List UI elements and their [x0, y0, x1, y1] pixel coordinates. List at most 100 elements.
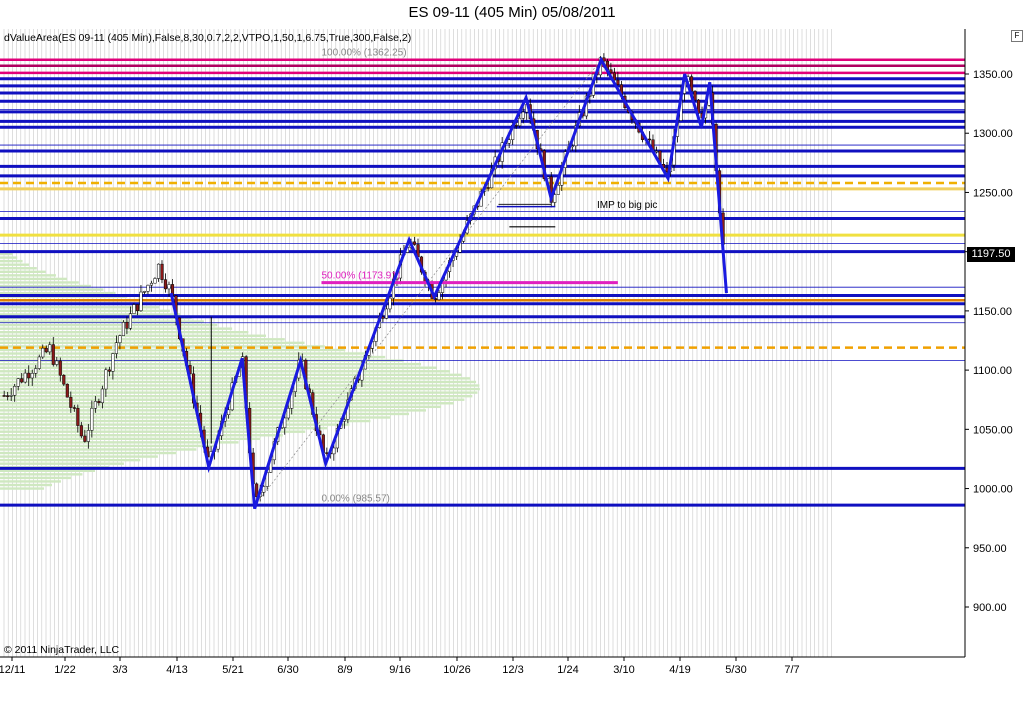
candle-body	[153, 278, 157, 284]
candle-body	[139, 291, 143, 311]
profile-bar	[0, 458, 141, 462]
y-tick-label: 1100.00	[973, 365, 1012, 377]
profile-bar	[0, 309, 170, 313]
candle-body	[384, 308, 388, 319]
candle-body	[286, 408, 290, 419]
time-axis: 12/11 1/22 3/3 4/13 5/21 6/30 8/9 9/16 10/26 12/3…	[0, 657, 800, 676]
candle-body	[486, 187, 490, 189]
candle-body	[97, 401, 101, 404]
candle-body	[62, 375, 66, 385]
profile-bar	[0, 391, 478, 394]
profile-bar	[0, 355, 386, 359]
candle-body	[23, 372, 27, 383]
last-price-tag: 1197.50	[967, 247, 1015, 262]
candle-body	[149, 282, 154, 286]
candle-body	[135, 304, 139, 311]
profile-bar	[0, 451, 177, 455]
candle-body	[69, 396, 73, 408]
candle-body	[437, 292, 441, 300]
profile-bar	[0, 387, 480, 391]
candle-body	[20, 378, 24, 383]
candle-body	[121, 322, 125, 336]
profile-bar	[0, 252, 14, 256]
profile-bar	[0, 434, 283, 437]
indicator-label: dValueArea(ES 09-11 (405 Min),False,8,30…	[4, 32, 412, 44]
fib-level-label: 100.00% (1362.25)	[321, 47, 406, 58]
candle-body	[72, 407, 76, 409]
x-tick-label: 12/11	[0, 664, 25, 676]
profile-bar	[0, 362, 422, 366]
candle-body	[34, 368, 38, 374]
candle-body	[100, 388, 104, 404]
profile-bar	[0, 405, 442, 409]
candle	[132, 303, 136, 314]
profile-bar	[0, 483, 52, 487]
profile-bar	[0, 448, 197, 451]
y-tick-label: 950.00	[973, 543, 1007, 555]
profile-bar	[0, 277, 68, 281]
candle-body	[86, 430, 90, 442]
candle-body	[128, 313, 132, 329]
profile-bar	[0, 380, 477, 384]
candle-body	[79, 425, 83, 437]
profile-bar	[0, 462, 124, 465]
x-tick-label: 4/19	[669, 664, 690, 676]
chart-frame[interactable]: 100.00% (1362.25) 50.00% (1173.91) 0.00% (…	[0, 29, 1024, 703]
candle-body	[167, 284, 171, 290]
x-tick-label: 4/13	[166, 664, 187, 676]
candle-body	[156, 263, 161, 279]
y-tick-label: 1250.00	[973, 187, 1013, 199]
candle-body	[654, 150, 659, 153]
y-tick-label: 1050.00	[973, 424, 1013, 436]
x-tick-label: 1/22	[54, 664, 75, 676]
x-tick-label: 8/9	[337, 664, 352, 676]
profile-bar	[0, 384, 480, 387]
profile-bar	[0, 323, 218, 327]
candle-body	[146, 284, 150, 292]
x-tick-label: 5/21	[222, 664, 243, 676]
profile-bar	[0, 270, 46, 274]
candle-body	[16, 378, 20, 387]
profile-bar	[0, 444, 218, 448]
candle-body	[93, 401, 97, 409]
profile-bar	[0, 373, 462, 377]
profile-bar	[0, 416, 391, 419]
y-tick-label: 1150.00	[973, 306, 1012, 318]
profile-bar	[0, 263, 30, 266]
candle-body	[521, 111, 525, 119]
profile-bar	[0, 469, 96, 472]
candle-body	[9, 395, 13, 397]
profile-bar	[0, 274, 56, 277]
candle-body	[90, 407, 94, 431]
x-tick-label: 7/7	[784, 664, 799, 676]
price-chart[interactable]: 100.00% (1362.25) 50.00% (1173.91) 0.00% (…	[0, 29, 1024, 703]
profile-bar	[0, 256, 18, 259]
x-tick-label: 3/10	[613, 664, 634, 676]
chart-title: ES 09-11 (405 Min) 05/08/2011	[408, 4, 616, 21]
profile-bar	[0, 423, 350, 426]
candle-body	[616, 79, 620, 85]
candle-body	[518, 117, 522, 127]
profile-bar	[0, 430, 306, 433]
y-tick-label: 1300.00	[973, 128, 1013, 140]
profile-bar	[0, 366, 437, 369]
profile-bar	[0, 306, 160, 309]
x-tick-label: 9/16	[389, 664, 410, 676]
candle-body	[647, 138, 652, 141]
profile-bar	[0, 480, 61, 483]
candle-body	[693, 90, 697, 101]
f-button[interactable]: F	[1011, 30, 1023, 42]
copyright-text: © 2011 NinjaTrader, LLC	[4, 644, 120, 656]
candle-body	[2, 395, 6, 397]
x-tick-label: 1/24	[557, 664, 578, 676]
fib-level-label: 0.00% (985.57)	[321, 494, 389, 505]
x-tick-label: 12/3	[502, 664, 523, 676]
profile-bar	[0, 476, 72, 480]
candle-body	[48, 344, 52, 353]
candle-body	[65, 383, 69, 398]
x-tick-label: 3/3	[112, 664, 127, 676]
profile-bar	[0, 338, 285, 341]
y-tick-label: 1350.00	[973, 69, 1013, 81]
candle-body	[111, 353, 115, 372]
candle-body	[13, 386, 17, 396]
